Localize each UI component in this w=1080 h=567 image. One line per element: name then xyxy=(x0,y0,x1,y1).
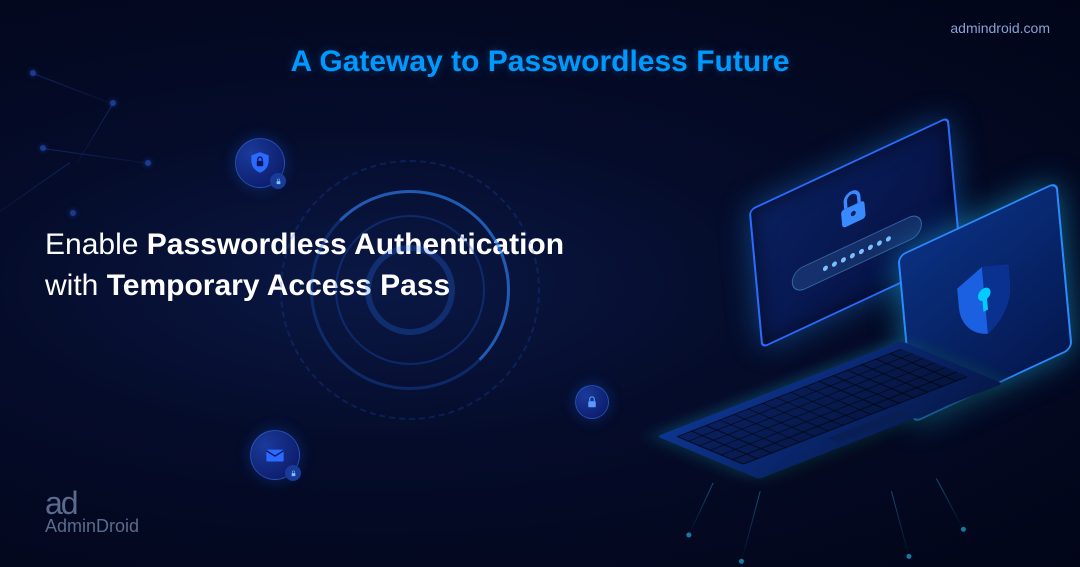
brand-url: admindroid.com xyxy=(950,20,1050,36)
lock-icon xyxy=(831,177,875,243)
laptop-keyboard xyxy=(657,341,1003,479)
envelope-lock-icon xyxy=(250,430,300,480)
tagline: A Gateway to Passwordless Future xyxy=(290,45,789,79)
headline-line1-pre: Enable xyxy=(45,228,147,261)
decoration-circuit xyxy=(936,478,965,531)
decoration-dot xyxy=(70,210,76,216)
decoration-circuit xyxy=(687,483,713,538)
decoration-line xyxy=(43,148,152,164)
brand-name: AdminDroid xyxy=(45,516,139,537)
decoration-circuit xyxy=(891,491,910,559)
decoration-line xyxy=(0,162,70,214)
decoration-rings xyxy=(280,160,540,420)
brand-logo: ad AdminDroid xyxy=(45,485,139,537)
shield-lock-icon xyxy=(235,138,285,188)
laptop-illustration xyxy=(620,120,1040,540)
lock-icon xyxy=(575,385,609,419)
headline-line2-pre: with xyxy=(45,269,107,302)
decoration-circuit xyxy=(740,491,760,564)
decoration-line xyxy=(33,73,113,104)
